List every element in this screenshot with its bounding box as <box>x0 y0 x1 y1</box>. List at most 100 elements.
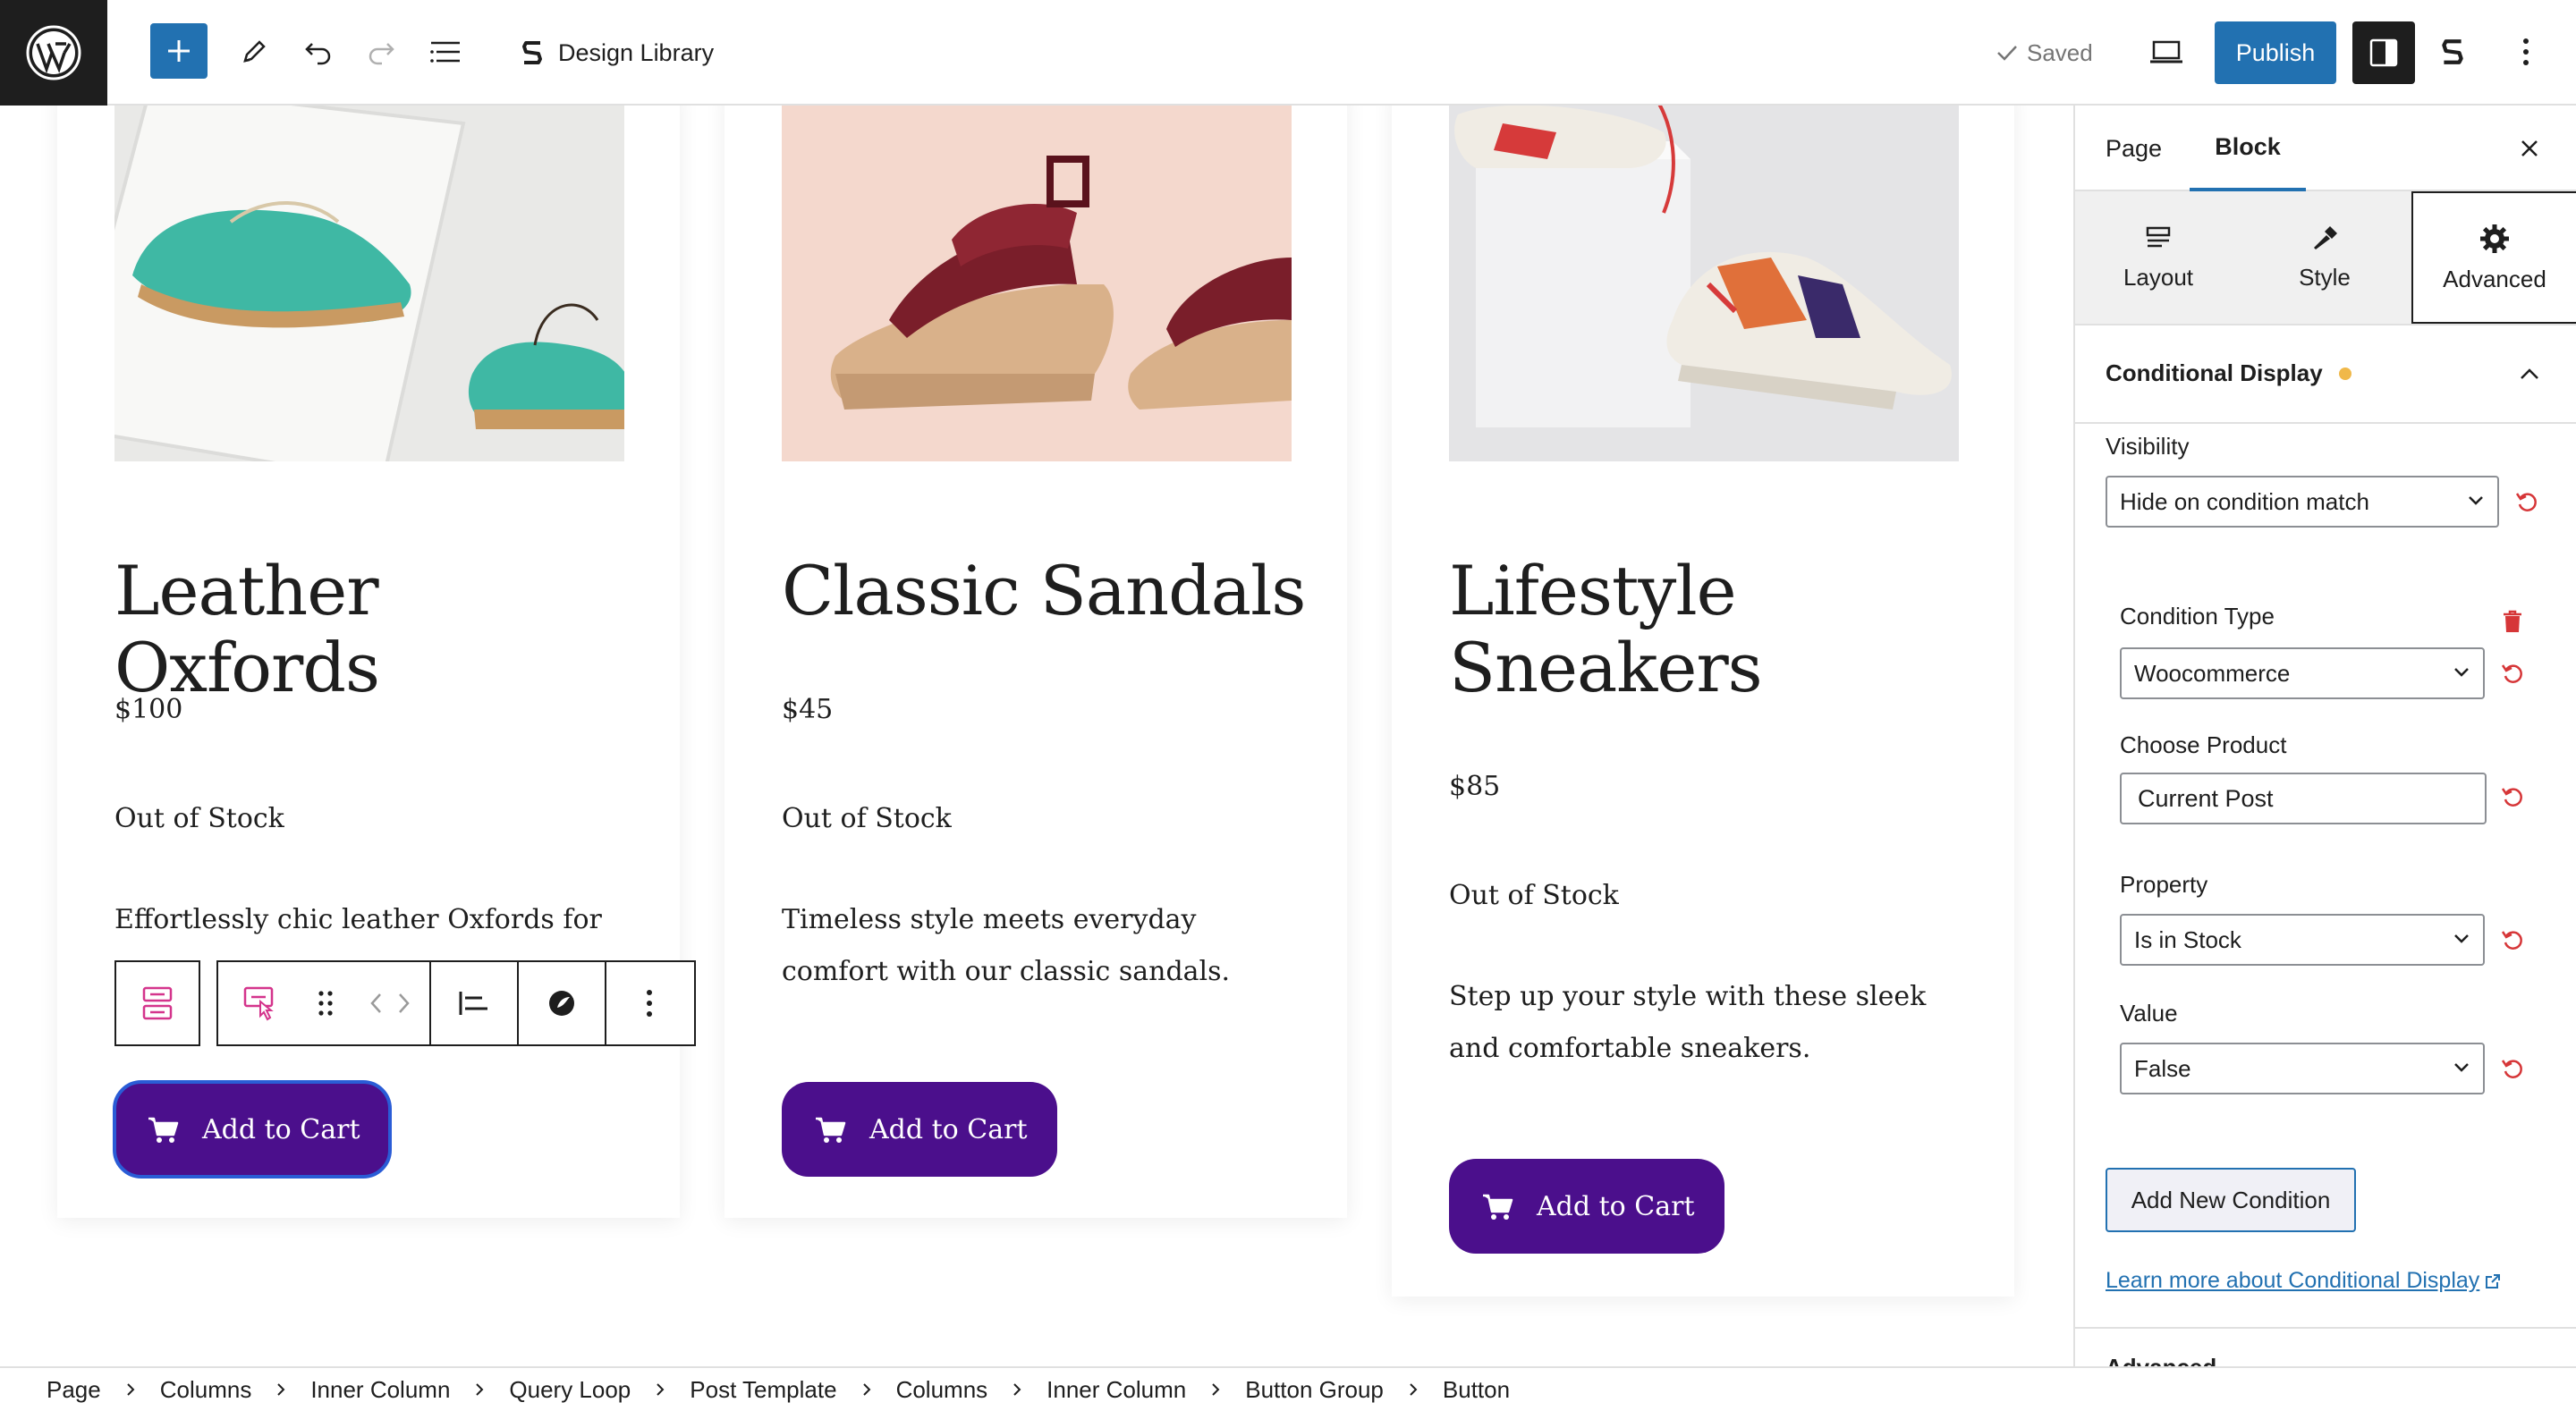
undo-icon <box>305 43 331 65</box>
document-title-button[interactable]: Design Library <box>519 27 714 79</box>
checkmark-icon <box>1997 46 2017 61</box>
add-to-cart-label: Add to Cart <box>202 1113 360 1145</box>
breadcrumb-item[interactable]: Inner Column <box>1046 1376 1186 1404</box>
tab-page[interactable]: Page <box>2106 106 2162 191</box>
product-image[interactable] <box>1449 106 1959 461</box>
justify-button[interactable] <box>431 962 517 1044</box>
add-block-button[interactable] <box>150 23 208 79</box>
product-stock-status: Out of Stock <box>1449 880 1619 911</box>
condition-type-value: Woocommerce <box>2134 659 2291 687</box>
publish-button[interactable]: Publish <box>2215 21 2336 84</box>
product-description: Timeless style meets everyday comfort wi… <box>782 904 1231 987</box>
tab-advanced[interactable]: Advanced <box>2411 191 2576 324</box>
product-description: Effortlessly chic leather Oxfords for <box>114 904 602 935</box>
reset-value-button[interactable] <box>2499 1055 2526 1082</box>
spectra-settings-button[interactable] <box>2426 25 2479 79</box>
sidebar-tabs: Page Block <box>2075 106 2576 191</box>
add-to-cart-button[interactable]: Add to Cart <box>1449 1159 1724 1254</box>
breadcrumb-item[interactable]: Columns <box>160 1376 252 1404</box>
modified-indicator-dot <box>2338 367 2351 380</box>
block-toolbar <box>114 960 696 1046</box>
reset-condition-type-button[interactable] <box>2499 660 2526 687</box>
select-parent-button[interactable] <box>116 962 199 1044</box>
spectra-logo-icon <box>522 41 542 64</box>
breadcrumb-item[interactable]: Button Group <box>1245 1376 1384 1404</box>
product-image[interactable] <box>114 106 624 461</box>
align-left-icon <box>459 992 487 1015</box>
drag-handle[interactable] <box>301 962 351 1044</box>
breadcrumb-item[interactable]: Page <box>47 1376 101 1404</box>
collapse-panel-button[interactable] <box>2512 356 2547 392</box>
condition-type-select[interactable]: Woocommerce <box>2120 647 2485 699</box>
product-title[interactable]: Leather Oxfords <box>114 553 651 706</box>
block-type-group <box>216 960 431 1046</box>
choose-product-input[interactable]: Current Post <box>2120 773 2487 824</box>
property-label: Property <box>2120 871 2208 898</box>
breadcrumb-item[interactable]: Inner Column <box>310 1376 450 1404</box>
tab-block[interactable]: Block <box>2190 106 2306 191</box>
add-to-cart-button[interactable]: Add to Cart <box>113 1080 392 1179</box>
reset-visibility-button[interactable] <box>2513 488 2540 515</box>
block-options-button[interactable] <box>606 962 692 1044</box>
move-left-right-button[interactable] <box>351 962 429 1044</box>
tools-button[interactable] <box>227 25 281 79</box>
property-select[interactable]: Is in Stock <box>2120 914 2485 966</box>
chevron-right-icon <box>1211 1382 1220 1397</box>
product-card[interactable]: Classic Sandals $45 Out of Stock Timeles… <box>724 106 1347 1218</box>
document-title: Design Library <box>558 38 715 66</box>
preview-button[interactable] <box>2140 25 2193 79</box>
chevron-right-icon <box>656 1382 665 1397</box>
product-image[interactable] <box>782 106 1292 461</box>
product-description: Step up your style with these sleek and … <box>1449 981 1927 1064</box>
chevron-down-icon <box>2454 668 2469 677</box>
breadcrumb-item[interactable]: Post Template <box>690 1376 836 1404</box>
more-vertical-icon <box>647 990 652 1017</box>
product-card[interactable]: Leather Oxfords $100 Out of Stock Effort… <box>57 106 680 1218</box>
breadcrumb-item[interactable]: Columns <box>896 1376 988 1404</box>
settings-toggle-button[interactable] <box>2352 21 2415 84</box>
add-to-cart-button[interactable]: Add to Cart <box>782 1082 1057 1177</box>
breadcrumb-item-current[interactable]: Button <box>1443 1376 1510 1404</box>
drag-handle-icon <box>318 991 333 1016</box>
reset-icon <box>2515 493 2537 511</box>
button-block-icon <box>243 986 274 1021</box>
redo-button[interactable] <box>354 25 408 79</box>
add-new-condition-button[interactable]: Add New Condition <box>2106 1168 2356 1232</box>
close-sidebar-button[interactable] <box>2503 122 2556 175</box>
product-card[interactable]: Lifestyle Sneakers $85 Out of Stock Step… <box>1392 106 2014 1297</box>
tab-layout[interactable]: Layout <box>2075 191 2241 324</box>
document-overview-button[interactable] <box>419 25 472 79</box>
tab-advanced-label: Advanced <box>2443 265 2546 292</box>
choose-product-value: Current Post <box>2138 784 2274 812</box>
undo-button[interactable] <box>292 25 345 79</box>
block-inspector-tabs: Layout Style Advanced <box>2075 191 2576 325</box>
product-title[interactable]: Lifestyle Sneakers <box>1449 553 1986 706</box>
value-select[interactable]: False <box>2120 1043 2485 1094</box>
product-title[interactable]: Classic Sandals <box>782 553 1318 629</box>
saved-status: Saved <box>1996 27 2093 79</box>
reset-icon <box>2501 664 2522 683</box>
reset-product-button[interactable] <box>2499 783 2526 810</box>
reset-property-button[interactable] <box>2499 926 2526 953</box>
block-type-button[interactable] <box>218 962 301 1044</box>
desktop-preview-icon <box>2150 40 2182 63</box>
visibility-label: Visibility <box>2106 433 2190 460</box>
styles-button[interactable] <box>519 962 605 1044</box>
external-link-icon <box>2486 1273 2501 1288</box>
tab-layout-label: Layout <box>2123 263 2194 291</box>
options-menu-button[interactable] <box>2499 25 2553 79</box>
visibility-select[interactable]: Hide on condition match <box>2106 476 2499 528</box>
delete-condition-button[interactable] <box>2499 608 2526 635</box>
layout-icon <box>2146 226 2171 247</box>
pencil-icon <box>243 40 266 63</box>
settings-sidebar: Page Block Layout Style Advanced Conditi… <box>2073 106 2576 1366</box>
chevron-left-right-icon <box>370 993 410 1013</box>
conditional-display-panel-header[interactable]: Conditional Display <box>2075 325 2576 424</box>
wordpress-logo-icon[interactable] <box>0 0 107 106</box>
visibility-value: Hide on condition match <box>2120 487 2369 515</box>
tab-style[interactable]: Style <box>2241 191 2408 324</box>
styles-icon <box>549 991 574 1016</box>
advanced-panel-header[interactable]: Advanced <box>2106 1354 2216 1366</box>
learn-more-link[interactable]: Learn more about Conditional Display <box>2106 1268 2501 1294</box>
breadcrumb-item[interactable]: Query Loop <box>509 1376 631 1404</box>
